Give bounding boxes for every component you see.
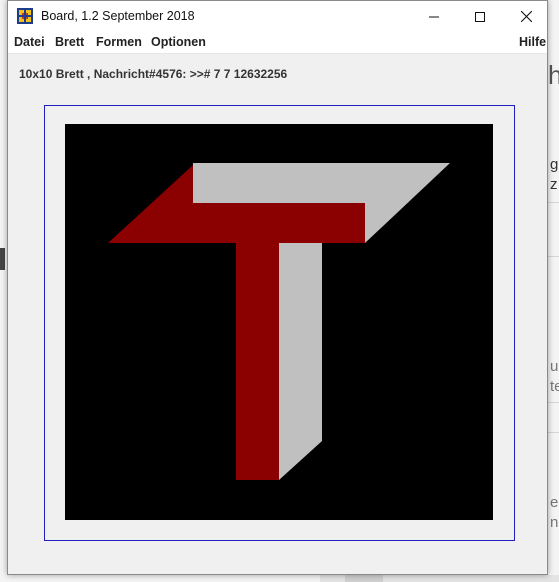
background-text-fragment: u	[550, 358, 559, 375]
minimize-icon	[429, 16, 439, 17]
minimize-button[interactable]	[411, 1, 457, 32]
java-app-icon	[17, 8, 33, 24]
title-bar[interactable]: Board, 1.2 September 2018	[8, 1, 547, 32]
background-text-fragment: n	[550, 514, 559, 531]
menu-optionen[interactable]: Optionen	[151, 35, 206, 49]
maximize-button[interactable]	[457, 1, 503, 32]
maximize-icon	[475, 11, 485, 22]
background-divider	[548, 402, 559, 403]
t-shape-3d-figure	[108, 163, 450, 480]
menu-formen[interactable]: Formen	[96, 35, 142, 49]
background-text-fragment: z	[550, 176, 558, 193]
menu-hilfe[interactable]: Hilfe	[519, 35, 546, 49]
menu-brett[interactable]: Brett	[55, 35, 84, 49]
board-canvas[interactable]	[65, 124, 493, 520]
status-message: 10x10 Brett , Nachricht#4576: >># 7 7 12…	[19, 67, 288, 81]
close-icon	[520, 11, 532, 22]
background-divider	[548, 432, 559, 433]
background-divider	[548, 256, 559, 257]
background-button-edge	[345, 575, 383, 582]
background-text-fragment: te	[550, 378, 559, 395]
background-window-edge	[0, 248, 5, 270]
menu-datei[interactable]: Datei	[14, 35, 45, 49]
window-title: Board, 1.2 September 2018	[41, 9, 195, 23]
background-text-fragment: g	[550, 156, 559, 173]
close-button[interactable]	[503, 1, 549, 32]
t-shape-stem-side-face	[279, 243, 322, 480]
t-shape-front-face	[108, 165, 365, 480]
board-window: Board, 1.2 September 2018 Datei Brett Fo…	[7, 0, 548, 575]
background-text-fragment: h	[548, 60, 559, 90]
background-divider	[548, 202, 559, 203]
background-text-fragment: e	[550, 494, 559, 511]
menu-bar: Datei Brett Formen Optionen Hilfe	[8, 32, 547, 54]
